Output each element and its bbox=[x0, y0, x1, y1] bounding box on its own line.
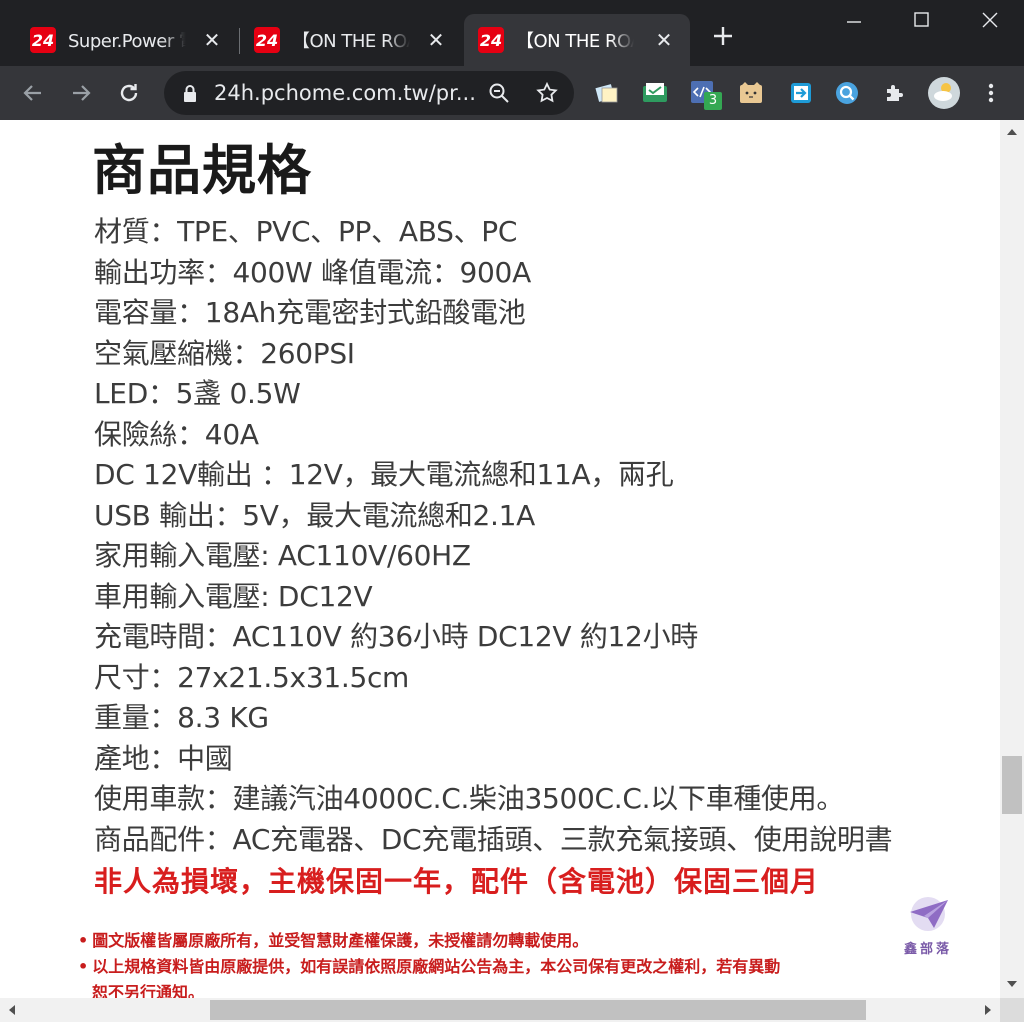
warranty-notice: 非人為損壞，主機保固一年，配件（含電池）保固三個月 bbox=[94, 865, 820, 898]
tab-title: 【ON THE ROA bbox=[292, 31, 410, 52]
extension-badge: 3 bbox=[704, 92, 722, 110]
tab-title: 【ON THE ROA bbox=[516, 31, 634, 52]
maximize-button[interactable] bbox=[902, 8, 942, 38]
watermark-logo: 鑫部落 bbox=[896, 894, 960, 957]
pchome-favicon-icon: 24 bbox=[30, 27, 56, 53]
scroll-down-arrow-icon[interactable] bbox=[1004, 976, 1020, 992]
scrollbar-corner bbox=[1000, 998, 1024, 1022]
maximize-icon bbox=[914, 12, 929, 27]
new-tab-button[interactable] bbox=[708, 24, 738, 54]
scroll-left-arrow-icon[interactable] bbox=[4, 1002, 20, 1018]
extension-code-icon[interactable]: 3 bbox=[688, 78, 722, 110]
paper-plane-icon bbox=[910, 897, 948, 931]
minimize-icon bbox=[847, 21, 861, 23]
scroll-up-arrow-icon[interactable] bbox=[1004, 124, 1020, 140]
browser-toolbar: 24h.pchome.com.tw/pr... 3 bbox=[0, 66, 1024, 120]
title-bar: 24 Super.Power 電 ✕ 24 【ON THE ROA ✕ 24 【… bbox=[0, 0, 1024, 66]
spec-item: USB 輸出：5V，最大電流總和2.1A bbox=[94, 498, 536, 532]
spec-heading: 商品規格 bbox=[92, 139, 312, 202]
extension-notes-icon[interactable] bbox=[592, 78, 622, 108]
close-tab-icon[interactable]: ✕ bbox=[652, 28, 676, 52]
spec-item: 使用車款：建議汽油4000C.C.柴油3500C.C.以下車種使用。 bbox=[94, 782, 845, 815]
extensions-puzzle-icon[interactable] bbox=[880, 78, 910, 108]
extension-mail-icon[interactable] bbox=[640, 78, 670, 108]
spec-item: 尺寸：27x21.5x31.5cm bbox=[94, 660, 410, 694]
spec-item: 保險絲：40A bbox=[94, 417, 259, 451]
reload-button[interactable] bbox=[112, 76, 146, 110]
close-icon bbox=[982, 12, 998, 28]
spec-item: 空氣壓縮機：260PSI bbox=[94, 336, 355, 370]
lock-icon bbox=[184, 85, 196, 102]
spec-item: LED：5盞 0.5W bbox=[94, 377, 301, 410]
spec-item: 家用輸入電壓: AC110V/60HZ bbox=[94, 539, 471, 572]
browser-menu-button[interactable] bbox=[976, 78, 1006, 108]
notice-item: 圖文版權皆屬原廠所有，並受智慧財產權保護，未授權請勿轉載使用。 bbox=[78, 928, 780, 954]
tab-on-the-road-active[interactable]: 24 【ON THE ROA ✕ bbox=[464, 14, 690, 66]
tab-title: Super.Power 電 bbox=[68, 31, 186, 52]
spec-item: DC 12V輸出 ：12V，最大電流總和11A，兩孔 bbox=[94, 458, 674, 491]
horizontal-scroll-thumb[interactable] bbox=[210, 1000, 866, 1020]
notice-item: 以上規格資料皆由原廠提供，如有誤請依照原廠網站公告為主，本公司保有更改之權利，若… bbox=[78, 954, 780, 980]
spec-item: 材質：TPE、PVC、PP、ABS、PC bbox=[94, 215, 518, 248]
extension-cat-icon[interactable] bbox=[736, 78, 766, 108]
close-window-button[interactable] bbox=[970, 8, 1010, 38]
extension-arrow-icon[interactable] bbox=[786, 78, 816, 108]
vertical-scroll-thumb[interactable] bbox=[1002, 756, 1022, 814]
arrow-left-icon bbox=[23, 85, 41, 101]
notice-item-continued: 恕不另行通知。 bbox=[92, 983, 205, 998]
spec-item: 充電時間：AC110V 約36小時 DC12V 約12小時 bbox=[94, 620, 698, 653]
plus-icon bbox=[714, 27, 732, 45]
scroll-right-arrow-icon[interactable] bbox=[980, 1002, 996, 1018]
bookmark-star-icon[interactable] bbox=[535, 81, 559, 105]
pchome-favicon-icon: 24 bbox=[254, 27, 280, 53]
spec-item: 重量：8.3 KG bbox=[94, 701, 269, 734]
profile-avatar[interactable] bbox=[928, 77, 960, 109]
reload-icon bbox=[120, 84, 138, 102]
spec-list: 材質：TPE、PVC、PP、ABS、PC 輸出功率：400W 峰值電流：900A… bbox=[94, 212, 893, 860]
forward-button[interactable] bbox=[64, 76, 98, 110]
spec-item: 車用輸入電壓: DC12V bbox=[94, 579, 373, 613]
spec-item: 商品配件：AC充電器、DC充電插頭、三款充氣接頭、使用說明書 bbox=[94, 822, 893, 856]
spec-item: 產地：中國 bbox=[94, 741, 233, 775]
avatar-cloud-icon bbox=[928, 77, 960, 109]
minimize-button[interactable] bbox=[834, 8, 874, 38]
spec-item: 輸出功率：400W 峰值電流：900A bbox=[94, 255, 531, 289]
notice-list: 圖文版權皆屬原廠所有，並受智慧財產權保護，未授權請勿轉載使用。 以上規格資料皆由… bbox=[78, 928, 780, 998]
vertical-scrollbar[interactable] bbox=[1000, 120, 1024, 998]
tab-on-the-road-1[interactable]: 24 【ON THE ROA ✕ bbox=[240, 14, 462, 66]
zoom-icon[interactable] bbox=[488, 82, 510, 104]
back-button[interactable] bbox=[16, 76, 50, 110]
pchome-favicon-icon: 24 bbox=[478, 27, 504, 53]
close-tab-icon[interactable]: ✕ bbox=[200, 28, 224, 52]
address-bar[interactable]: 24h.pchome.com.tw/pr... bbox=[164, 71, 574, 115]
watermark-text: 鑫部落 bbox=[903, 942, 952, 957]
kebab-menu-icon bbox=[988, 83, 994, 103]
spec-item: 電容量：18Ah充電密封式鉛酸電池 bbox=[94, 296, 526, 329]
url-text: 24h.pchome.com.tw/pr... bbox=[214, 81, 476, 105]
page-content: 商品規格 材質：TPE、PVC、PP、ABS、PC 輸出功率：400W 峰值電流… bbox=[0, 120, 1000, 998]
extension-search-icon[interactable] bbox=[832, 78, 862, 108]
arrow-right-icon bbox=[73, 85, 91, 101]
close-tab-icon[interactable]: ✕ bbox=[424, 28, 448, 52]
tab-super-power[interactable]: 24 Super.Power 電 ✕ bbox=[16, 14, 238, 66]
